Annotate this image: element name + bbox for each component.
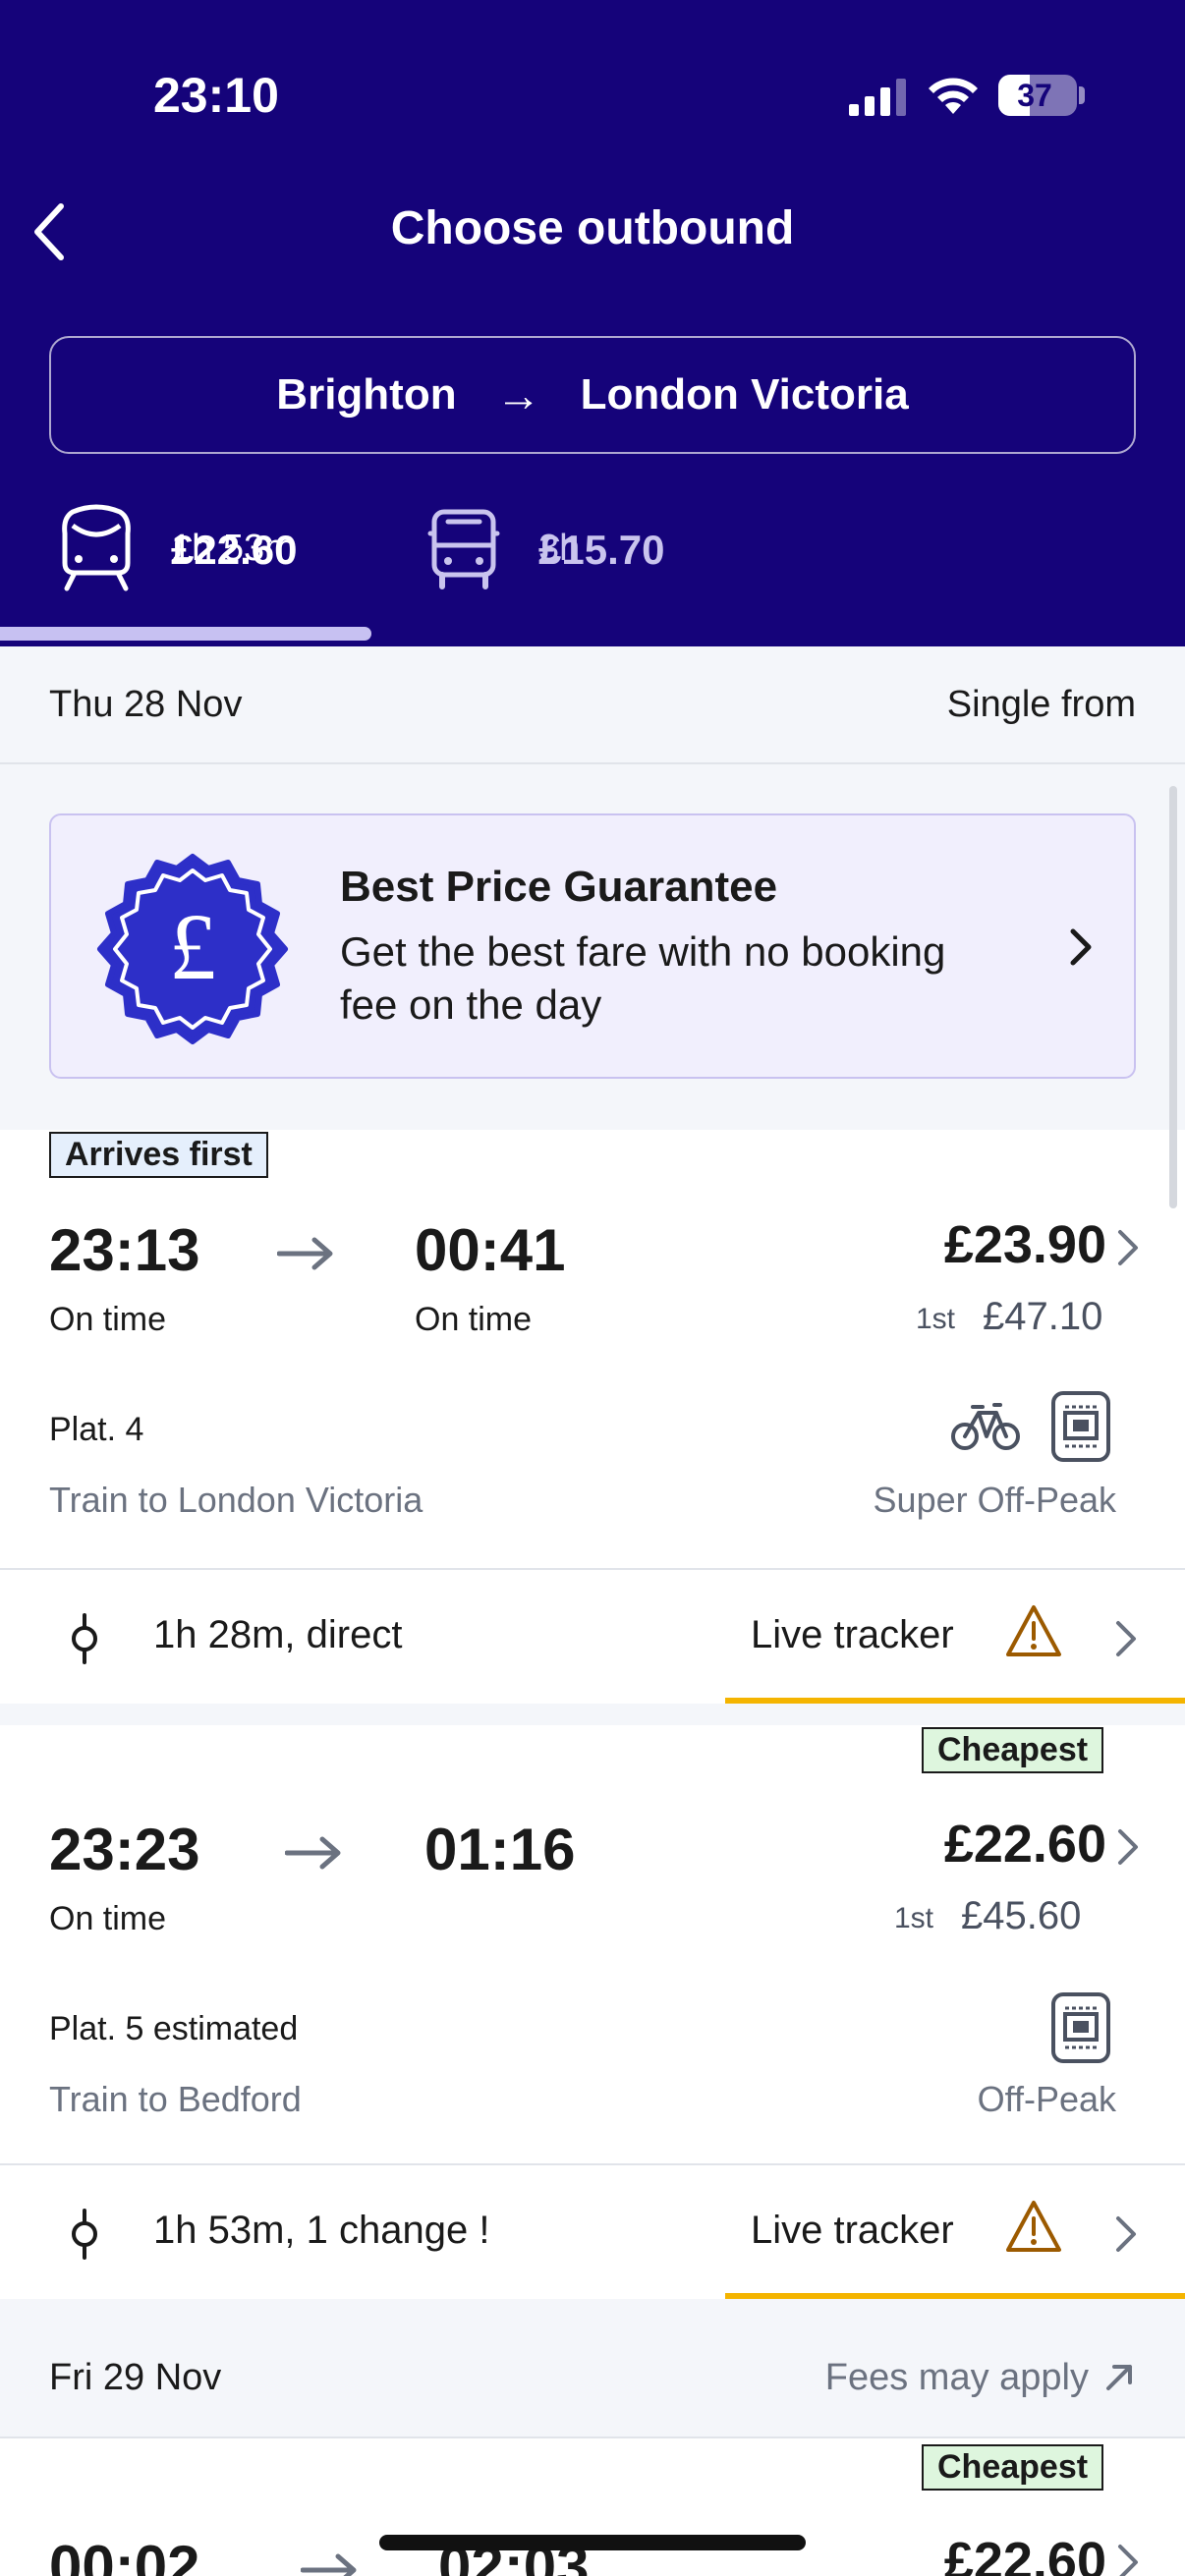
single-from-label: Single from (946, 683, 1136, 725)
live-tracker-link[interactable]: Live tracker (751, 2209, 954, 2253)
ticket-machine-icon (1051, 1391, 1110, 1462)
svg-text:£: £ (169, 894, 216, 999)
journey-card[interactable]: Cheapest 23:23 01:16 On time £22.60 1st … (0, 1725, 1185, 2163)
destination-station: London Victoria (580, 370, 909, 419)
cheapest-tag: Cheapest (922, 2444, 1104, 2491)
cheapest-tag: Cheapest (922, 1727, 1104, 1773)
fare-type: Off-Peak (977, 2079, 1116, 2119)
chevron-right-icon (1118, 1829, 1138, 1865)
fees-label: Fees may apply (824, 2356, 1089, 2398)
status-bar: 23:10 37 (0, 0, 1185, 196)
first-class-label: 1st (894, 1902, 934, 1934)
date-header: Thu 28 Nov Single from (0, 646, 1185, 764)
journey-summary-row[interactable]: 1h 53m, 1 change ! Live tracker (0, 2163, 1185, 2299)
cellular-signal-icon (849, 79, 906, 116)
selected-tab-indicator (0, 627, 371, 641)
arrival-time: 01:16 (424, 1817, 576, 1882)
journey-node-icon (72, 1613, 97, 1664)
train-price: £22.60 (171, 527, 298, 573)
route-selector[interactable]: Brighton → London Victoria (49, 336, 1136, 454)
arrow-right-icon (277, 1237, 333, 1270)
arrival-status: On time (415, 1301, 533, 1338)
ticket-machine-icon (1051, 1992, 1110, 2063)
arrival-time: 00:41 (415, 1217, 566, 1283)
standard-price: £22.60 (943, 1815, 1106, 1874)
external-link-icon (1106, 2365, 1132, 2390)
battery-cap (1079, 86, 1085, 104)
status-time: 23:10 (153, 68, 279, 123)
pound-badge-icon: £ (97, 854, 288, 1044)
promo-section: £ Best Price Guarantee Get the best fare… (0, 766, 1185, 1130)
battery-icon: 37 (998, 75, 1077, 116)
page-title: Choose outbound (390, 202, 795, 254)
departure-status: On time (49, 1301, 167, 1338)
chevron-right-icon (1116, 1621, 1136, 1656)
warning-icon (1006, 2201, 1061, 2252)
departure-time: 23:23 (49, 1817, 200, 1882)
journey-card[interactable]: Cheapest 00:02 02:03 £22.60 (0, 2438, 1185, 2576)
departure-time: 00:02 (49, 2534, 200, 2576)
departure-time: 23:13 (49, 1217, 200, 1283)
scrollbar[interactable] (1169, 786, 1177, 1208)
journey-node-icon (72, 2209, 97, 2260)
origin-station: Brighton (276, 370, 457, 419)
journey-duration: 1h 28m, direct (153, 1613, 403, 1656)
app-header: 23:10 37 Choose outbound Brighton → Lond… (0, 0, 1185, 646)
battery-level: 37 (1017, 78, 1052, 113)
first-class-price: £45.60 (961, 1894, 1082, 1937)
chevron-right-icon (1118, 2545, 1138, 2576)
chevron-right-icon (1070, 928, 1092, 966)
journey-card[interactable]: Arrives first 23:13 00:41 On time On tim… (0, 1130, 1185, 1568)
date-label: Thu 28 Nov (49, 683, 243, 725)
chevron-right-icon (1118, 1230, 1138, 1265)
home-indicator[interactable] (379, 2535, 806, 2550)
train-icon (62, 504, 131, 591)
platform: Plat. 5 estimated (49, 2010, 299, 2047)
live-tracker-underline (725, 2293, 1185, 2299)
wifi-icon (929, 78, 978, 114)
warning-icon (1006, 1605, 1061, 1656)
live-tracker-underline (725, 1698, 1185, 1704)
journey-duration: 1h 53m, 1 change ! (153, 2209, 490, 2252)
first-class-label: 1st (916, 1303, 956, 1335)
standard-price: £22.60 (943, 2532, 1106, 2576)
tab-train[interactable]: £22.60 1h 53m (59, 499, 298, 597)
tab-coach[interactable]: £15.70 3h (426, 499, 664, 597)
best-price-banner[interactable]: £ Best Price Guarantee Get the best fare… (49, 813, 1136, 1079)
coach-icon (427, 509, 500, 589)
train-destination: Train to London Victoria (49, 1480, 423, 1520)
bike-icon (951, 1403, 1020, 1450)
route-arrow-icon: → (495, 369, 541, 420)
date-label: Fri 29 Nov (49, 2356, 222, 2398)
arrow-right-icon (301, 2553, 357, 2576)
date-header: Fri 29 Nov Fees may apply (0, 2319, 1185, 2438)
platform: Plat. 4 (49, 1411, 144, 1448)
promo-title: Best Price Guarantee (340, 863, 778, 911)
arrives-first-tag: Arrives first (49, 1132, 268, 1178)
chevron-right-icon (1116, 2216, 1136, 2252)
promo-text: Get the best fare with no booking fee on… (340, 928, 946, 1028)
fees-may-apply-link[interactable]: Fees may apply (825, 2357, 1136, 2399)
live-tracker-link[interactable]: Live tracker (751, 1613, 954, 1657)
fare-type: Super Off-Peak (873, 1480, 1116, 1520)
first-class-price: £47.10 (983, 1295, 1103, 1338)
train-destination: Train to Bedford (49, 2079, 302, 2119)
standard-price: £23.90 (943, 1215, 1106, 1274)
journey-summary-row[interactable]: 1h 28m, direct Live tracker (0, 1568, 1185, 1704)
coach-price: £15.70 (538, 527, 665, 573)
departure-status: On time (49, 1900, 167, 1937)
arrow-right-icon (285, 1836, 341, 1870)
